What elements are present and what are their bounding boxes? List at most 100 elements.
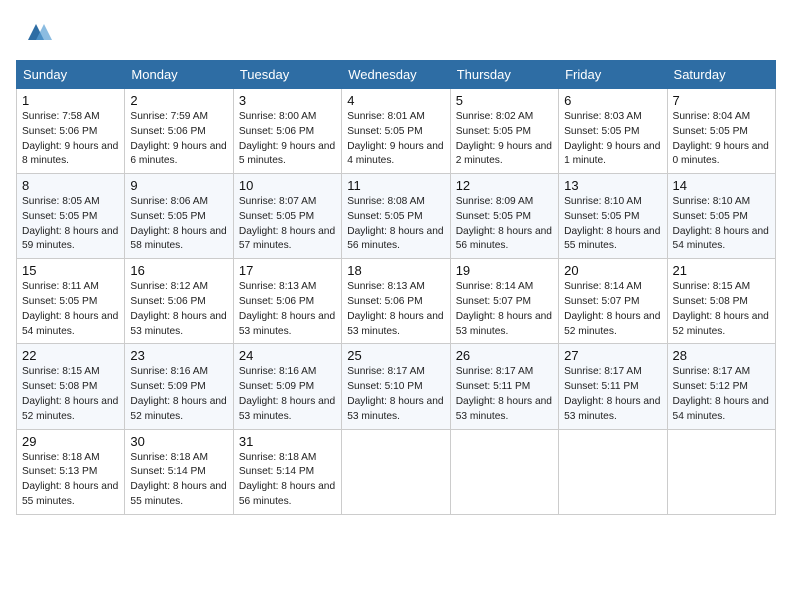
day-number: 16 <box>130 263 227 278</box>
day-info: Sunrise: 8:07 AMSunset: 5:05 PMDaylight:… <box>239 195 336 254</box>
day-info: Sunrise: 8:18 AMSunset: 5:14 PMDaylight:… <box>239 451 336 510</box>
day-info: Sunrise: 7:58 AMSunset: 5:06 PMDaylight:… <box>22 110 119 169</box>
calendar-cell: 7Sunrise: 8:04 AMSunset: 5:05 PMDaylight… <box>667 89 775 174</box>
calendar-week-4: 22 Sunrise: 8:15 AMSunset: 5:08 PMDayligh… <box>17 344 776 429</box>
day-info: Sunrise: 8:17 AMSunset: 5:11 PMDaylight:… <box>564 365 661 424</box>
calendar-cell: 27 Sunrise: 8:17 AMSunset: 5:11 PMDayligh… <box>559 344 667 429</box>
day-info: Sunrise: 7:59 AMSunset: 5:06 PMDaylight:… <box>130 110 227 169</box>
calendar-cell: 25 Sunrise: 8:17 AMSunset: 5:10 PMDayligh… <box>342 344 450 429</box>
calendar-table: SundayMondayTuesdayWednesdayThursdayFrid… <box>16 60 776 515</box>
day-info: Sunrise: 8:14 AMSunset: 5:07 PMDaylight:… <box>564 280 661 339</box>
calendar-cell: 29 Sunrise: 8:18 AMSunset: 5:13 PMDayligh… <box>17 429 125 514</box>
calendar-cell: 31 Sunrise: 8:18 AMSunset: 5:14 PMDayligh… <box>233 429 341 514</box>
calendar-cell: 1Sunrise: 7:58 AMSunset: 5:06 PMDaylight… <box>17 89 125 174</box>
calendar-cell: 8 Sunrise: 8:05 AMSunset: 5:05 PMDaylight… <box>17 174 125 259</box>
day-number: 12 <box>456 178 553 193</box>
calendar-cell: 9 Sunrise: 8:06 AMSunset: 5:05 PMDaylight… <box>125 174 233 259</box>
day-info: Sunrise: 8:16 AMSunset: 5:09 PMDaylight:… <box>239 365 336 424</box>
calendar-cell: 3 Sunrise: 8:00 AMSunset: 5:06 PMDaylight… <box>233 89 341 174</box>
day-info: Sunrise: 8:10 AMSunset: 5:05 PMDaylight:… <box>673 195 770 254</box>
day-info: Sunrise: 8:16 AMSunset: 5:09 PMDaylight:… <box>130 365 227 424</box>
day-number: 3 <box>239 93 336 108</box>
day-number: 6 <box>564 93 661 108</box>
calendar-cell <box>559 429 667 514</box>
calendar-cell: 4 Sunrise: 8:01 AMSunset: 5:05 PMDaylight… <box>342 89 450 174</box>
weekday-header-tuesday: Tuesday <box>233 61 341 89</box>
day-number: 25 <box>347 348 444 363</box>
calendar-cell: 24 Sunrise: 8:16 AMSunset: 5:09 PMDayligh… <box>233 344 341 429</box>
calendar-cell: 16 Sunrise: 8:12 AMSunset: 5:06 PMDayligh… <box>125 259 233 344</box>
calendar-cell: 17 Sunrise: 8:13 AMSunset: 5:06 PMDayligh… <box>233 259 341 344</box>
day-number: 10 <box>239 178 336 193</box>
calendar-cell: 2 Sunrise: 7:59 AMSunset: 5:06 PMDaylight… <box>125 89 233 174</box>
calendar-cell: 11 Sunrise: 8:08 AMSunset: 5:05 PMDayligh… <box>342 174 450 259</box>
day-number: 26 <box>456 348 553 363</box>
day-info: Sunrise: 8:13 AMSunset: 5:06 PMDaylight:… <box>239 280 336 339</box>
calendar-cell: 10 Sunrise: 8:07 AMSunset: 5:05 PMDayligh… <box>233 174 341 259</box>
day-number: 15 <box>22 263 119 278</box>
calendar-cell: 5Sunrise: 8:02 AMSunset: 5:05 PMDaylight… <box>450 89 558 174</box>
calendar-cell: 21 Sunrise: 8:15 AMSunset: 5:08 PMDayligh… <box>667 259 775 344</box>
day-number: 14 <box>673 178 770 193</box>
day-info: Sunrise: 8:13 AMSunset: 5:06 PMDaylight:… <box>347 280 444 339</box>
weekday-header-wednesday: Wednesday <box>342 61 450 89</box>
calendar-cell: 14 Sunrise: 8:10 AMSunset: 5:05 PMDayligh… <box>667 174 775 259</box>
day-info: Sunrise: 8:12 AMSunset: 5:06 PMDaylight:… <box>130 280 227 339</box>
calendar-header-row: SundayMondayTuesdayWednesdayThursdayFrid… <box>17 61 776 89</box>
weekday-header-monday: Monday <box>125 61 233 89</box>
day-info: Sunrise: 8:15 AMSunset: 5:08 PMDaylight:… <box>22 365 119 424</box>
day-number: 27 <box>564 348 661 363</box>
day-info: Sunrise: 8:08 AMSunset: 5:05 PMDaylight:… <box>347 195 444 254</box>
day-info: Sunrise: 8:18 AMSunset: 5:14 PMDaylight:… <box>130 451 227 510</box>
day-number: 29 <box>22 434 119 449</box>
day-info: Sunrise: 8:04 AMSunset: 5:05 PMDaylight:… <box>673 110 770 169</box>
day-info: Sunrise: 8:02 AMSunset: 5:05 PMDaylight:… <box>456 110 553 169</box>
day-info: Sunrise: 8:14 AMSunset: 5:07 PMDaylight:… <box>456 280 553 339</box>
day-info: Sunrise: 8:17 AMSunset: 5:10 PMDaylight:… <box>347 365 444 424</box>
day-number: 4 <box>347 93 444 108</box>
day-info: Sunrise: 8:10 AMSunset: 5:05 PMDaylight:… <box>564 195 661 254</box>
day-info: Sunrise: 8:01 AMSunset: 5:05 PMDaylight:… <box>347 110 444 169</box>
page-header <box>16 16 776 48</box>
day-info: Sunrise: 8:00 AMSunset: 5:06 PMDaylight:… <box>239 110 336 169</box>
calendar-cell: 30Sunrise: 8:18 AMSunset: 5:14 PMDayligh… <box>125 429 233 514</box>
calendar-cell <box>342 429 450 514</box>
calendar-cell: 13 Sunrise: 8:10 AMSunset: 5:05 PMDayligh… <box>559 174 667 259</box>
day-info: Sunrise: 8:09 AMSunset: 5:05 PMDaylight:… <box>456 195 553 254</box>
day-info: Sunrise: 8:11 AMSunset: 5:05 PMDaylight:… <box>22 280 119 339</box>
day-number: 9 <box>130 178 227 193</box>
day-number: 20 <box>564 263 661 278</box>
day-info: Sunrise: 8:06 AMSunset: 5:05 PMDaylight:… <box>130 195 227 254</box>
day-info: Sunrise: 8:05 AMSunset: 5:05 PMDaylight:… <box>22 195 119 254</box>
day-number: 17 <box>239 263 336 278</box>
day-number: 31 <box>239 434 336 449</box>
calendar-cell: 15 Sunrise: 8:11 AMSunset: 5:05 PMDayligh… <box>17 259 125 344</box>
day-number: 21 <box>673 263 770 278</box>
day-number: 19 <box>456 263 553 278</box>
calendar-week-1: 1Sunrise: 7:58 AMSunset: 5:06 PMDaylight… <box>17 89 776 174</box>
day-info: Sunrise: 8:17 AMSunset: 5:11 PMDaylight:… <box>456 365 553 424</box>
day-number: 11 <box>347 178 444 193</box>
calendar-cell: 6Sunrise: 8:03 AMSunset: 5:05 PMDaylight… <box>559 89 667 174</box>
day-number: 13 <box>564 178 661 193</box>
calendar-cell: 26 Sunrise: 8:17 AMSunset: 5:11 PMDayligh… <box>450 344 558 429</box>
calendar-cell <box>667 429 775 514</box>
day-number: 24 <box>239 348 336 363</box>
day-info: Sunrise: 8:17 AMSunset: 5:12 PMDaylight:… <box>673 365 770 424</box>
calendar-cell: 12 Sunrise: 8:09 AMSunset: 5:05 PMDayligh… <box>450 174 558 259</box>
day-info: Sunrise: 8:18 AMSunset: 5:13 PMDaylight:… <box>22 451 119 510</box>
calendar-cell <box>450 429 558 514</box>
day-number: 18 <box>347 263 444 278</box>
day-number: 28 <box>673 348 770 363</box>
calendar-cell: 23 Sunrise: 8:16 AMSunset: 5:09 PMDayligh… <box>125 344 233 429</box>
calendar-week-3: 15 Sunrise: 8:11 AMSunset: 5:05 PMDayligh… <box>17 259 776 344</box>
calendar-week-2: 8 Sunrise: 8:05 AMSunset: 5:05 PMDaylight… <box>17 174 776 259</box>
day-number: 23 <box>130 348 227 363</box>
day-number: 2 <box>130 93 227 108</box>
logo-icon <box>20 16 52 48</box>
calendar-cell: 19 Sunrise: 8:14 AMSunset: 5:07 PMDayligh… <box>450 259 558 344</box>
calendar-cell: 18 Sunrise: 8:13 AMSunset: 5:06 PMDayligh… <box>342 259 450 344</box>
day-number: 8 <box>22 178 119 193</box>
day-number: 22 <box>22 348 119 363</box>
day-info: Sunrise: 8:15 AMSunset: 5:08 PMDaylight:… <box>673 280 770 339</box>
